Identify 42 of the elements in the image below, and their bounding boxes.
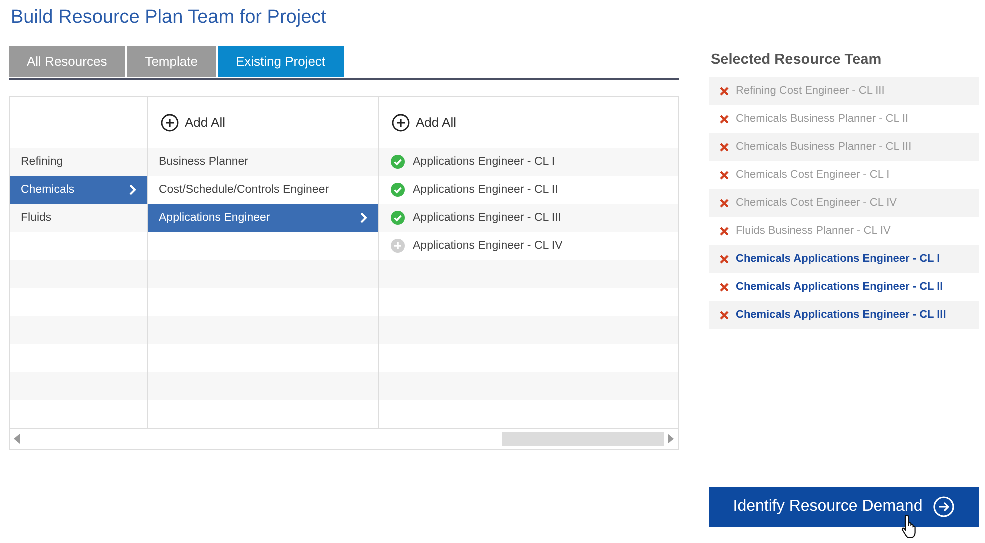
team-member: Chemicals Cost Engineer - CL IV <box>736 197 897 209</box>
remove-icon[interactable] <box>720 114 729 124</box>
identify-demand-button[interactable]: Identify Resource Demand <box>709 487 979 527</box>
list-item[interactable]: Cost/Schedule/Controls Engineer <box>148 176 378 204</box>
team-member: Chemicals Cost Engineer - CL I <box>736 169 890 181</box>
team-member: Chemicals Business Planner - CL III <box>736 141 912 153</box>
team-member: Chemicals Applications Engineer - CL II <box>736 281 944 293</box>
list-item[interactable]: Refining <box>10 148 147 176</box>
team-member: Fluids Business Planner - CL IV <box>736 225 891 237</box>
role-label: Applications Engineer - CL I <box>413 156 556 168</box>
role-label: Applications Engineer - CL III <box>413 212 562 224</box>
remove-icon[interactable] <box>720 254 729 264</box>
chevron-right-icon <box>129 184 137 196</box>
add-icon <box>161 114 179 132</box>
scroll-right-icon[interactable] <box>668 434 674 444</box>
remove-icon[interactable] <box>720 86 729 96</box>
role-label: Applications Engineer - CL IV <box>413 240 563 252</box>
remove-icon[interactable] <box>720 142 729 152</box>
chevron-right-icon <box>360 212 368 224</box>
team-member: Chemicals Applications Engineer - CL I <box>736 253 940 265</box>
team-member: Chemicals Applications Engineer - CL III <box>736 309 946 321</box>
add-all-button[interactable]: Add All <box>392 114 456 132</box>
remove-icon[interactable] <box>720 282 729 292</box>
remove-icon[interactable] <box>720 170 729 180</box>
scroll-left-icon[interactable] <box>14 434 20 444</box>
add-icon <box>392 114 410 132</box>
remove-icon[interactable] <box>720 198 729 208</box>
role-label: Applications Engineer - CL II <box>413 184 558 196</box>
scrollbar-thumb[interactable] <box>502 432 664 446</box>
tab[interactable]: Existing Project <box>218 46 344 77</box>
remove-icon[interactable] <box>720 226 729 236</box>
team-member: Refining Cost Engineer - CL III <box>736 85 885 97</box>
page-title: Build Resource Plan Team for Project <box>11 7 328 30</box>
arrow-right-icon <box>932 496 955 518</box>
remove-icon[interactable] <box>720 310 729 320</box>
team-member: Chemicals Business Planner - CL II <box>736 113 909 125</box>
list-item[interactable]: Business Planner <box>148 148 378 176</box>
list-item[interactable]: Chemicals <box>10 176 147 204</box>
list-item[interactable]: Applications Engineer <box>148 204 378 232</box>
list-item[interactable]: Fluids <box>10 204 147 232</box>
add-all-button[interactable]: Add All <box>161 114 226 132</box>
section-heading: Selected Resource Team <box>711 52 883 70</box>
